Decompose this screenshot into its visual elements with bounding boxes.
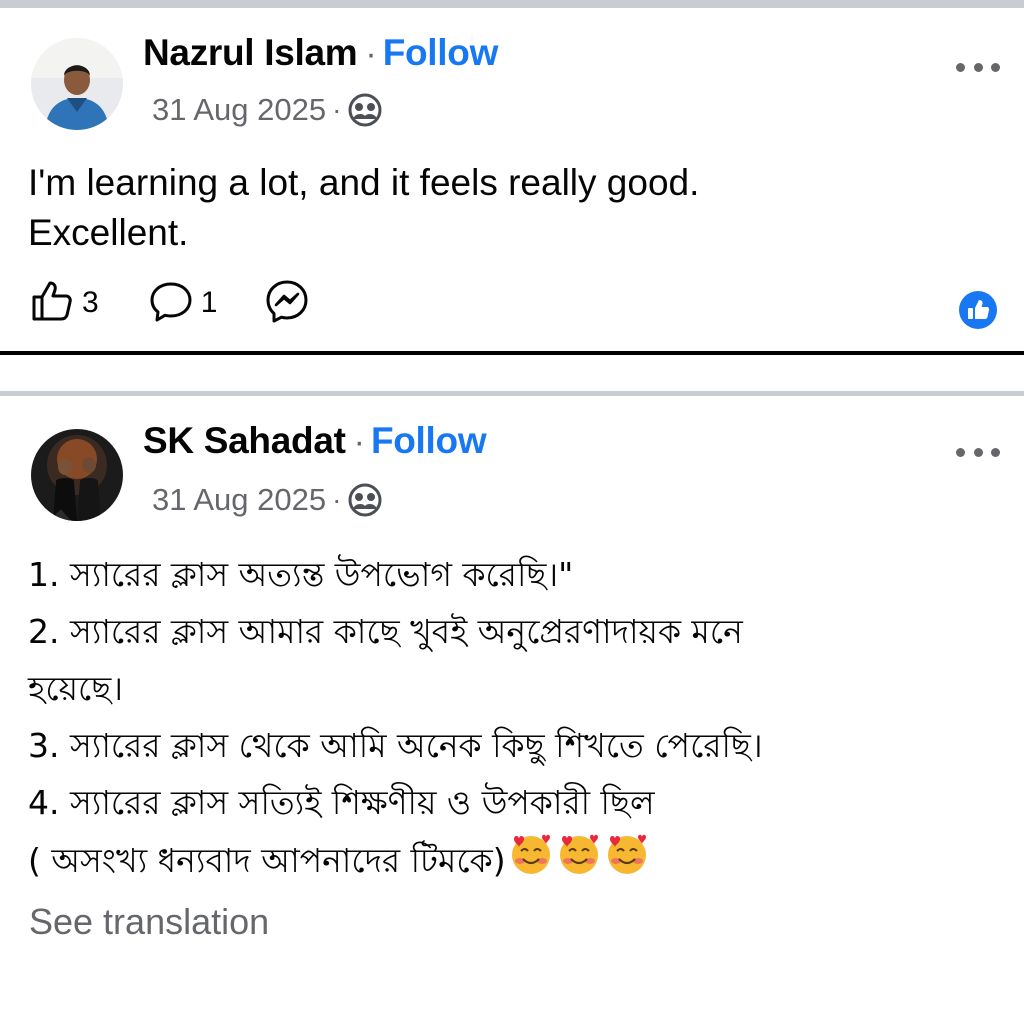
post-text-line-with-emoji: ( অসংখ্য ধন্যবাদ আপনাদের টিমকে) [28, 831, 763, 894]
post-text-line: 1. স্যারের ক্লাস অত্যন্ত উপভোগ করেছি।" [28, 555, 574, 594]
follow-button[interactable]: Follow [383, 32, 499, 73]
post-text-line: হয়েছে। [28, 669, 124, 708]
smiling-face-with-hearts-icon [556, 831, 602, 894]
post-text: 1. স্যারের ক্লাস অত্যন্ত উপভোগ করেছি।" 2… [28, 546, 763, 894]
post-text-line: 3. স্যারের ক্লাস থেকে আমি অনেক কিছু শিখত… [28, 726, 763, 765]
avatar[interactable] [31, 38, 123, 130]
author-row: Nazrul Islam · Follow [143, 32, 498, 74]
post-text-line: ( অসংখ্য ধন্যবাদ আপনাদের টিমকে) [28, 841, 506, 880]
author-name[interactable]: Nazrul Islam [143, 32, 358, 73]
like-reaction-icon[interactable] [958, 290, 998, 330]
more-icon-dot [973, 447, 983, 457]
smiling-face-with-hearts-icon [508, 831, 554, 894]
more-icon-dot [973, 62, 983, 72]
author-row: SK Sahadat · Follow [143, 420, 487, 462]
post-meta: 31 Aug 2025 · [152, 92, 383, 128]
author-name[interactable]: SK Sahadat [143, 420, 346, 461]
separator-dot: · [353, 423, 365, 461]
see-translation-link[interactable]: See translation [29, 901, 269, 943]
meta-separator: · [332, 94, 342, 125]
like-icon [28, 277, 76, 330]
comment-button[interactable]: 1 [147, 277, 218, 330]
post-actions: 3 1 [28, 278, 311, 328]
top-separator [0, 0, 1024, 8]
post-text-line: Excellent. [28, 212, 189, 253]
more-options-button[interactable] [956, 52, 1000, 82]
like-button[interactable]: 3 [28, 277, 99, 330]
post-text-line: I'm learning a lot, and it feels really … [28, 162, 700, 203]
more-icon [956, 62, 965, 72]
more-icon-dot [991, 447, 1000, 457]
post-sk-sahadat: SK Sahadat · Follow 31 Aug 2025 · 1. স্যার… [0, 396, 1024, 1024]
separator-dot: · [365, 35, 377, 73]
more-options-button[interactable] [956, 437, 1000, 467]
post-date[interactable]: 31 Aug 2025 [152, 482, 326, 518]
post-nazrul-islam: Nazrul Islam · Follow 31 Aug 2025 · I'm le… [0, 8, 1024, 351]
likes-count: 3 [82, 286, 99, 319]
messenger-share-button[interactable] [263, 277, 311, 330]
comment-icon [147, 277, 195, 330]
post-divider [0, 351, 1024, 355]
post-date[interactable]: 31 Aug 2025 [152, 92, 326, 128]
friends-icon[interactable] [347, 482, 383, 518]
more-icon [956, 447, 965, 457]
post-text-line: 2. স্যারের ক্লাস আমার কাছে খুবই অনুপ্রের… [28, 612, 743, 651]
messenger-icon [263, 277, 311, 330]
comments-count: 1 [200, 286, 218, 319]
follow-button[interactable]: Follow [371, 420, 487, 461]
more-icon-dot [991, 62, 1000, 72]
avatar[interactable] [31, 429, 123, 521]
post-text-line: 4. স্যারের ক্লাস সত্যিই শিক্ষণীয় ও উপকা… [28, 783, 655, 822]
meta-separator: · [332, 484, 342, 515]
friends-icon[interactable] [347, 92, 383, 128]
smiling-face-with-hearts-icon [604, 831, 650, 894]
post-meta: 31 Aug 2025 · [152, 482, 383, 518]
post-text: I'm learning a lot, and it feels really … [28, 158, 699, 258]
